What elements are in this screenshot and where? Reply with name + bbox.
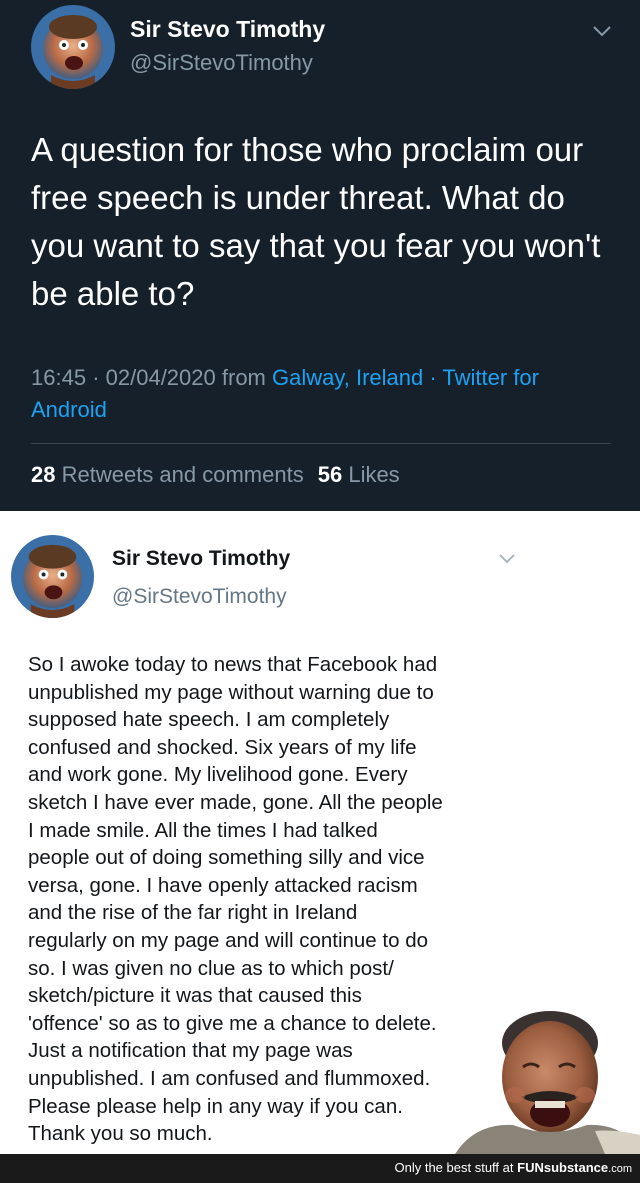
- laughing-man-meme-image: [455, 1011, 640, 1154]
- from-label: from: [221, 365, 266, 390]
- text-line: so. I was given no clue as to which post…: [28, 956, 394, 980]
- text-line: and work gone. My livelihood gone. Every: [28, 763, 408, 787]
- meta-separator-2: ·: [429, 365, 437, 390]
- light-tweet-card: Sir Stevo Timothy @SirStevoTimothy So I …: [0, 511, 640, 1154]
- text-line: Please please help in any way if you can…: [28, 1094, 403, 1118]
- text-line: people out of doing something silly and …: [28, 846, 425, 870]
- chevron-down-icon[interactable]: [592, 24, 612, 38]
- tweet-text: So I awoke today to news that Facebook h…: [28, 651, 508, 1148]
- meta-separator: ·: [92, 365, 100, 390]
- avatar-image: [11, 535, 94, 618]
- tweet-time[interactable]: 16:45: [31, 365, 86, 390]
- text-line: Thank you so much.: [28, 1122, 213, 1146]
- text-line: sketch I have ever made, gone. All the p…: [28, 790, 443, 814]
- retweets-count: 28: [31, 462, 56, 487]
- tweet-meta: 16:45 · 02/04/2020 from Galway, Ireland …: [31, 362, 606, 426]
- likes-stat[interactable]: 56 Likes: [318, 462, 400, 487]
- text-line: sketch/picture it was that caused this: [28, 984, 362, 1008]
- tweet-stats: 28 Retweets and comments 56 Likes: [31, 462, 400, 488]
- location-link[interactable]: Galway, Ireland: [272, 365, 423, 390]
- dark-tweet-card: Sir Stevo Timothy @SirStevoTimothy A que…: [0, 0, 640, 511]
- text-line: confused and shocked. Six years of my li…: [28, 735, 417, 759]
- text-line: versa, gone. I have openly attacked raci…: [28, 873, 418, 897]
- text-line: unpublished my page without warning due …: [28, 680, 434, 704]
- tweet-text: A question for those who proclaim our fr…: [31, 131, 601, 312]
- likes-count: 56: [317, 462, 343, 487]
- text-line: regularly on my page and will continue t…: [28, 928, 428, 952]
- avatar-image: [31, 5, 115, 89]
- author-handle[interactable]: @SirStevoTimothy: [130, 50, 313, 76]
- brand-tld: .com: [608, 1163, 632, 1175]
- text-line: Just a notification that my page was: [28, 1039, 353, 1063]
- author-name[interactable]: Sir Stevo Timothy: [112, 547, 290, 571]
- tweet-date[interactable]: 02/04/2020: [106, 365, 216, 390]
- author-name[interactable]: Sir Stevo Timothy: [130, 16, 325, 43]
- retweets-label: Retweets and comments: [61, 462, 304, 487]
- text-line: 'offence' so as to give me a chance to d…: [28, 1011, 437, 1035]
- chevron-down-icon[interactable]: [498, 553, 516, 565]
- text-line: and the rise of the far right in Ireland: [28, 901, 358, 925]
- tagline: Only the best stuff at: [394, 1160, 514, 1175]
- avatar[interactable]: [11, 535, 94, 618]
- author-handle[interactable]: @SirStevoTimothy: [112, 585, 287, 609]
- text-line: unpublished. I am confused and flummoxed…: [28, 1066, 431, 1090]
- brand-fun: FUN: [517, 1160, 544, 1175]
- retweets-stat[interactable]: 28 Retweets and comments: [31, 462, 304, 487]
- text-line: I made smile. All the times I had talked: [28, 818, 378, 842]
- text-line: So I awoke today to news that Facebook h…: [28, 653, 438, 676]
- likes-label: Likes: [348, 462, 400, 487]
- text-line: supposed hate speech. I am completely: [28, 708, 390, 732]
- watermark-bar: Only the best stuff at FUNsubstance.com: [0, 1154, 640, 1183]
- brand-substance: substance: [543, 1160, 609, 1175]
- watermark: Only the best stuff at FUNsubstance.com: [395, 1160, 633, 1175]
- divider: [31, 443, 611, 444]
- avatar[interactable]: [31, 5, 115, 89]
